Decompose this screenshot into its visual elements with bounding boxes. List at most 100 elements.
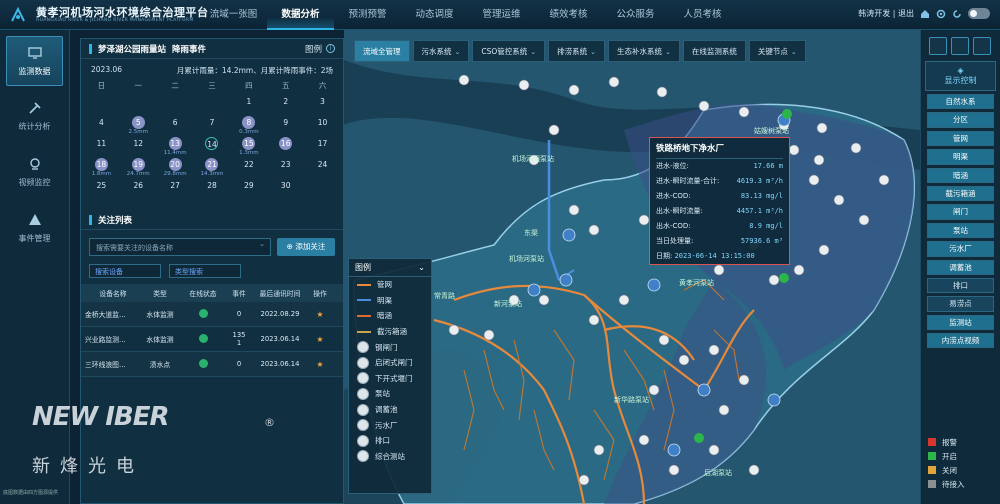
map-tab[interactable]: 关键节点 ⌄ [748, 40, 806, 62]
layer-toggle-button[interactable]: 管网 [927, 130, 994, 147]
layer-toggle-button[interactable]: 监测站 [927, 314, 994, 331]
table-row[interactable]: 金桥大道监… 水体监测 0 2022.08.29 ★ [81, 302, 343, 327]
legend-item[interactable]: 综合测站 [349, 449, 431, 465]
nav-item[interactable]: 人员考核 [669, 0, 736, 30]
layer-toggle-button[interactable]: 闸门 [927, 204, 994, 220]
nav-item[interactable]: 动态调度 [401, 0, 468, 30]
legend-item[interactable]: 管网 [349, 277, 431, 293]
legend-header[interactable]: 图例 ⌄ [349, 259, 431, 277]
nav-item[interactable]: 预测预警 [334, 0, 401, 30]
month-label[interactable]: 2023.06 [91, 65, 122, 76]
calendar-day[interactable]: 9 [267, 114, 304, 135]
calendar-day[interactable]: 17 [304, 135, 341, 156]
nav-item[interactable]: 管理运维 [468, 0, 535, 30]
user-menu[interactable]: 韩涛开发 | 退出 [858, 8, 914, 19]
star-icon[interactable]: ★ [309, 335, 331, 344]
layer-toggle-button[interactable]: 污水厂 [927, 241, 994, 257]
layer-toggle-button[interactable]: 内涝点视频 [927, 333, 994, 349]
table-row[interactable]: 兴业路监测… 水体监测 135 1 2023.06.14 ★ [81, 327, 343, 352]
calendar-day[interactable]: 19 24.7mm [120, 156, 157, 177]
layer-toggle-button[interactable]: 明渠 [927, 149, 994, 165]
map-tab[interactable]: 生态补水系统 ⌄ [608, 40, 680, 62]
rail-item[interactable]: 监测数据 [6, 36, 63, 86]
calendar-day[interactable]: 22 [230, 156, 267, 177]
nav-item[interactable]: 数据分析 [267, 0, 334, 30]
device-search-input[interactable]: 搜索需要关注的设备名称 [89, 238, 271, 256]
rail-item[interactable]: 统计分析 [6, 92, 63, 142]
layer-toggle-button[interactable]: 分区 [927, 112, 994, 128]
calendar-day[interactable]: 25 [83, 177, 120, 198]
calendar-day[interactable]: 18 1.8mm [83, 156, 120, 177]
calendar-day[interactable]: 2 [267, 93, 304, 114]
star-icon[interactable]: ★ [309, 360, 331, 369]
legend-item[interactable]: 排口 [349, 433, 431, 449]
calendar-day[interactable]: 28 [194, 177, 231, 198]
calendar-day[interactable]: 21 14.3mm [194, 156, 231, 177]
calendar-day[interactable]: 16 [267, 135, 304, 156]
refresh-icon[interactable] [952, 9, 962, 19]
layer-toggle-button[interactable]: 泵站 [927, 222, 994, 239]
map-tab[interactable]: 流域全管理 [354, 40, 410, 62]
table-row[interactable]: 三环线浪图… 渍水点 0 2023.06.14 ★ [81, 352, 343, 377]
nav-item[interactable]: 流域一张图 [200, 0, 267, 30]
legend-item[interactable]: 明渠 [349, 293, 431, 309]
calendar-day[interactable]: 14 [194, 135, 231, 156]
map-tab[interactable]: 污水系统 ⌄ [412, 40, 470, 62]
layer-toggle-button[interactable]: 暗涵 [927, 167, 994, 183]
rail-item[interactable]: 事件管理 [6, 204, 63, 254]
rain-station-select[interactable]: 梦泽湖公园雨量站 [98, 43, 166, 55]
calendar-day[interactable]: 27 [157, 177, 194, 198]
calendar-day[interactable]: 15 1.3mm [230, 135, 267, 156]
calendar-day[interactable]: 12 [120, 135, 157, 156]
theme-toggle[interactable] [968, 8, 990, 19]
calendar-day[interactable]: 4 [83, 114, 120, 135]
calendar-day[interactable]: 3 [304, 93, 341, 114]
legend-item[interactable]: 下开式堰门 [349, 371, 431, 387]
legend-item[interactable]: 调蓄池 [349, 402, 431, 418]
display-control-header[interactable]: ◈ 显示控制 [925, 61, 996, 91]
fullscreen-icon[interactable] [951, 37, 969, 55]
locate-icon[interactable] [973, 37, 991, 55]
home-icon[interactable] [920, 9, 930, 19]
calendar-day[interactable]: 7 [194, 114, 231, 135]
layer-toggle-button[interactable]: 排口 [927, 277, 994, 294]
calendar-day[interactable]: 23 [267, 156, 304, 177]
rail-item[interactable]: 视频监控 [6, 148, 63, 198]
chevron-down-icon[interactable]: ⌄ [418, 259, 425, 276]
calendar-day[interactable]: 20 29.8mm [157, 156, 194, 177]
settings-icon[interactable] [936, 9, 946, 19]
calendar-day[interactable]: 29 [230, 177, 267, 198]
layer-toggle-button[interactable]: 自然水系 [927, 94, 994, 110]
calendar-day[interactable]: 5 2.5mm [120, 114, 157, 135]
legend-item[interactable]: 钢闸门 [349, 339, 431, 355]
layer-toggle-button[interactable]: 截污箱涵 [927, 185, 994, 202]
nav-item[interactable]: 公众服务 [602, 0, 669, 30]
add-focus-button[interactable]: ⊕ 添加关注 [277, 238, 335, 256]
calendar-day[interactable]: 8 0.3mm [230, 114, 267, 135]
legend-item[interactable]: 污水厂 [349, 417, 431, 433]
legend-item[interactable]: 启闭式闸门 [349, 355, 431, 371]
calendar-day[interactable]: 13 11.4mm [157, 135, 194, 156]
star-icon[interactable]: ★ [309, 310, 331, 319]
calendar-day[interactable]: 24 [304, 156, 341, 177]
legend-item[interactable]: 截污箱涵 [349, 324, 431, 340]
legend-item[interactable]: 暗涵 [349, 308, 431, 324]
calendar-day[interactable]: 11 [83, 135, 120, 156]
calendar-day[interactable]: 1 [230, 93, 267, 114]
calendar-day[interactable]: 10 [304, 114, 341, 135]
rain-event-tab[interactable]: 降雨事件 [172, 43, 206, 55]
legend-item[interactable]: 泵站 [349, 386, 431, 402]
rain-legend[interactable]: 图例 i [305, 43, 335, 55]
nav-item[interactable]: 绩效考核 [535, 0, 602, 30]
type-filter[interactable]: 类型搜索 [169, 264, 241, 278]
calendar-day[interactable]: 26 [120, 177, 157, 198]
layer-toggle-button[interactable]: 易涝点 [927, 296, 994, 312]
map-tab[interactable]: 排涝系统 ⌄ [548, 40, 606, 62]
map-tab[interactable]: 在线监测系统 [682, 40, 746, 62]
calendar-day[interactable]: 30 [267, 177, 304, 198]
facility-popup[interactable]: 铁路桥地下净水厂 进水-液位: 17.66 m 进水-瞬时流量-合计: 4619.3 … [649, 137, 790, 265]
calendar-day[interactable]: 6 [157, 114, 194, 135]
map-tab[interactable]: CSO管控系统 ⌄ [472, 40, 546, 62]
layer-toggle-button[interactable]: 调蓄池 [927, 259, 994, 275]
device-filter[interactable]: 搜索设备 [89, 264, 161, 278]
